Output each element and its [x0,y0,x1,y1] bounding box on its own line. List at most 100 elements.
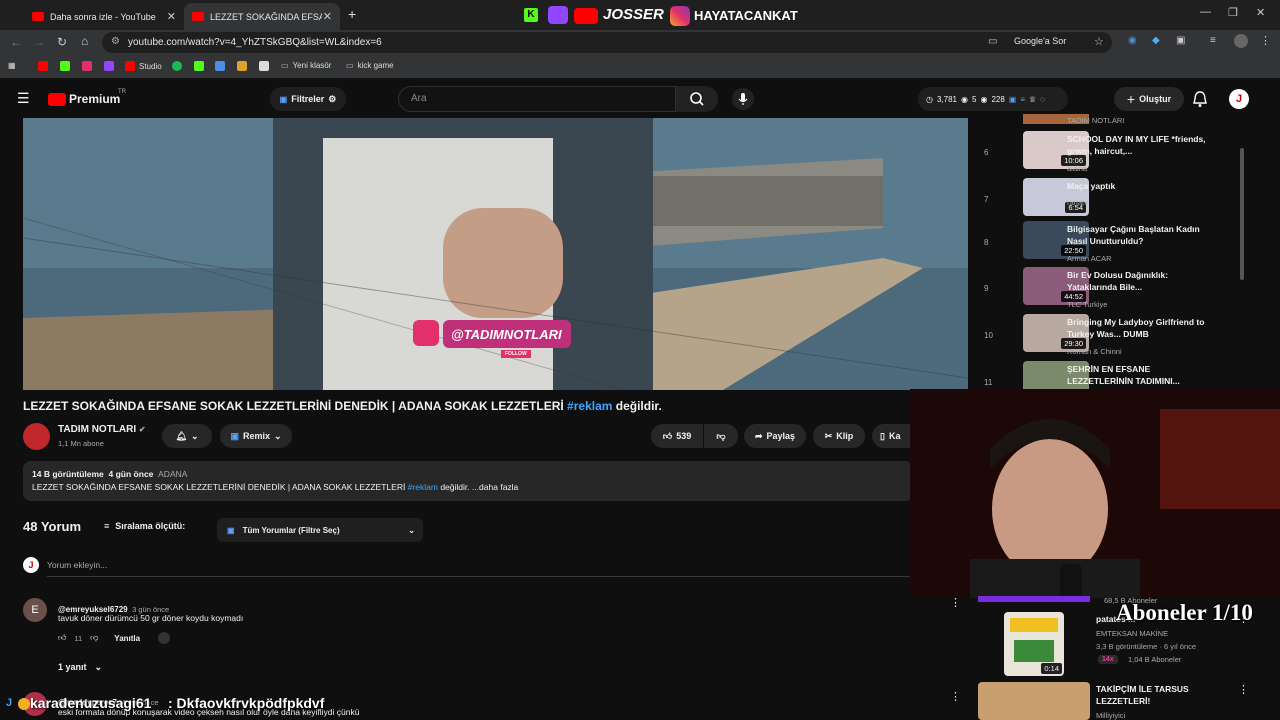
playlist-item-title[interactable]: ŞEHRİN EN EFSANE LEZZETLERİNİN TADIMINI.… [1067,363,1207,387]
extension-icon [259,61,269,71]
channel-avatar[interactable] [23,423,50,450]
minimize-icon[interactable]: — [1200,6,1211,18]
close-tab-icon[interactable]: ✕ [323,10,332,23]
more-options-icon[interactable]: ⋮ [1238,683,1249,696]
back-icon[interactable]: ← [10,35,22,49]
extension-icon[interactable]: ◆ [1152,35,1160,46]
share-button[interactable]: ➦ Paylaş [744,424,806,448]
playlist-item[interactable]: 9 44:52 Bir Ev Dolusu Dağınıklık: Yataklar… [984,267,1244,311]
save-label: Ka [888,431,901,441]
comment-filter-select[interactable]: ▣ Tüm Yorumlar (Filtre Seç) ⌄ [217,518,423,542]
recommended-channel[interactable]: Milliyiyici [1096,711,1125,720]
search-input[interactable]: Ara [398,86,676,112]
commenter-avatar[interactable]: E [23,598,47,622]
recommended-thumbnail[interactable] [978,682,1090,720]
sort-button[interactable]: ≡ Sıralama ölçütü: [104,521,185,531]
bookmark-star-icon[interactable]: ☆ [1094,35,1104,48]
puzzle-icon[interactable]: ▣ [1176,35,1185,46]
replies-toggle[interactable]: 1 yanıt ⌄ [58,662,102,673]
bookmark-folder-new[interactable]: ▭ Yeni klasör [281,61,331,70]
comment-text: tavuk döner dürümcü 50 gr döner koydu ko… [58,613,244,623]
chevron-down-icon: ⌄ [94,662,103,672]
recommended-title[interactable]: TAKİPÇİM İLE TARSUS LEZZETLERİ! [1096,683,1226,707]
bookmark-studio[interactable]: Studio [125,61,162,71]
maximize-icon[interactable]: ❐ [1228,6,1238,19]
url-text: youtube.com/watch?v=4_YhZTSkGBQ&list=WL&… [128,37,382,48]
chrome-menu-icon[interactable]: ⋮ [1260,34,1271,47]
video-player[interactable]: @TADIMNOTLARI FOLLOW [23,118,968,390]
bookmark-kick-2[interactable] [194,61,204,71]
bookmark-kick[interactable] [60,61,70,71]
dislike-button[interactable]: 👎︎ [704,424,738,448]
chat-icon: ◌ [1040,94,1045,104]
clip-button[interactable]: ✂ Klip [813,424,865,448]
forward-icon[interactable]: → [33,35,45,49]
remix-button[interactable]: ▣ Remix ⌄ [220,424,292,448]
description-more[interactable]: değildir. ...daha fazla [440,482,518,492]
location-tag[interactable]: ADANA [158,469,187,479]
bookmark-twitch[interactable] [104,61,114,71]
account-avatar[interactable]: J [1229,89,1249,109]
bookmark-icon: ▯ [880,430,885,441]
youtube-premium-logo[interactable]: Premium [69,92,120,106]
create-button[interactable]: + Oluştur [1114,87,1184,111]
bookmark-spotify[interactable] [172,61,182,71]
playlist-item[interactable]: 8 22:50 Bilgisayar Çağını Başlatan Kadın N… [984,221,1244,265]
playlist-item[interactable]: 7 6:54 Maça yaptık ranatv [984,178,1244,222]
bookmark-ext[interactable] [259,61,269,71]
like-button[interactable]: 👍︎ 539 [651,424,703,448]
google-ask-button[interactable]: Google'a Sor [1014,36,1066,46]
playlist-item-title[interactable]: SCHOOL DAY IN MY LIFE *friends, grwm, ha… [1067,133,1207,157]
playlist-item[interactable]: 6 10:06 SCHOOL DAY IN MY LIFE *friends, gr… [984,131,1244,175]
save-button[interactable]: ▯ Ka [872,424,910,448]
home-icon[interactable]: ⌂ [81,34,88,48]
recommended-channel[interactable]: EMTEKSAN MAKİNE [1096,629,1168,638]
notifications-button[interactable] [1192,90,1208,113]
description-box[interactable]: 14 B görüntüleme 4 gün önce ADANA LEZZET… [23,461,913,501]
close-tab-icon[interactable]: ✕ [167,10,176,23]
playlist-item-title[interactable]: Bringing My Ladyboy Girlfriend to Turkey… [1067,316,1207,340]
comment-like-icon[interactable]: 👍︎ [58,633,66,643]
add-comment-input[interactable]: Yorum ekleyin... [47,560,913,577]
playlist-item-title[interactable]: Bilgisayar Çağını Başlatan Kadın Nasıl U… [1067,223,1207,247]
tab-current-video[interactable]: LEZZET SOKAĞINDA EFSANE SOK ✕ [184,3,340,30]
search-button[interactable] [676,86,718,112]
bookmark-ext[interactable] [215,61,225,71]
ext-reaction-icon[interactable] [158,632,171,644]
bookmark-instagram[interactable] [82,61,92,71]
cast-icon[interactable]: ▭ [988,36,997,47]
bookmark-ext[interactable] [237,61,247,71]
stats-pill[interactable]: ◷ 3,781 ◉ 5 ◉ 228 ▣ ≡ ♕ ◌ [918,87,1068,111]
extension-icon[interactable]: ◉ [1128,35,1137,46]
recommended-thumbnail[interactable]: 0:14 [1004,612,1064,676]
reload-icon[interactable]: ↻ [57,35,67,49]
more-options-icon[interactable]: ⋮ [950,690,961,703]
menu-hamburger-icon[interactable]: ☰ [17,90,30,107]
subscribed-bell-button[interactable]: 🔔︎ ⌄ [162,424,212,448]
youtube-logo-icon[interactable] [48,93,66,106]
bookmark-youtube[interactable] [38,61,48,71]
new-tab-icon[interactable]: + [348,6,356,22]
channel-name[interactable]: TADIM NOTLARI ✔ [58,424,146,435]
video-title-hashtag[interactable]: #reklam [567,399,612,413]
site-info-icon[interactable]: ⚙ [111,36,120,47]
comment-dislike-icon[interactable]: 👎︎ [90,633,98,643]
more-options-icon[interactable]: ⋮ [950,596,961,609]
bookmark-folder-kick-game[interactable]: ▭ kick game [346,61,394,70]
voice-search-button[interactable] [732,88,754,110]
playlist-index: 9 [984,284,989,293]
tab-watch-later[interactable]: Daha sonra izle - YouTube ✕ [24,3,184,30]
playlist-item[interactable]: 10 29:30 Bringing My Ladyboy Girlfriend to… [984,314,1244,358]
close-window-icon[interactable]: ✕ [1256,6,1265,19]
description-hashtag[interactable]: #reklam [408,482,438,492]
reading-list-icon[interactable]: ≡ [1210,35,1216,46]
filters-button[interactable]: ▣ Filtreler ⚙ [270,87,346,111]
profile-avatar[interactable] [1234,34,1248,48]
url-field[interactable]: ⚙ youtube.com/watch?v=4_YhZTSkGBQ&list=W… [102,32,1112,53]
search-icon [690,92,704,106]
playlist-item-title[interactable]: Bir Ev Dolusu Dağınıklık: Yataklarında B… [1067,269,1207,293]
playlist-item-title[interactable]: Maça yaptık [1067,180,1207,192]
apps-grid-icon[interactable]: ▦ [8,61,16,70]
youtube-logo-icon [574,8,598,24]
reply-button[interactable]: Yanıtla [114,634,140,643]
